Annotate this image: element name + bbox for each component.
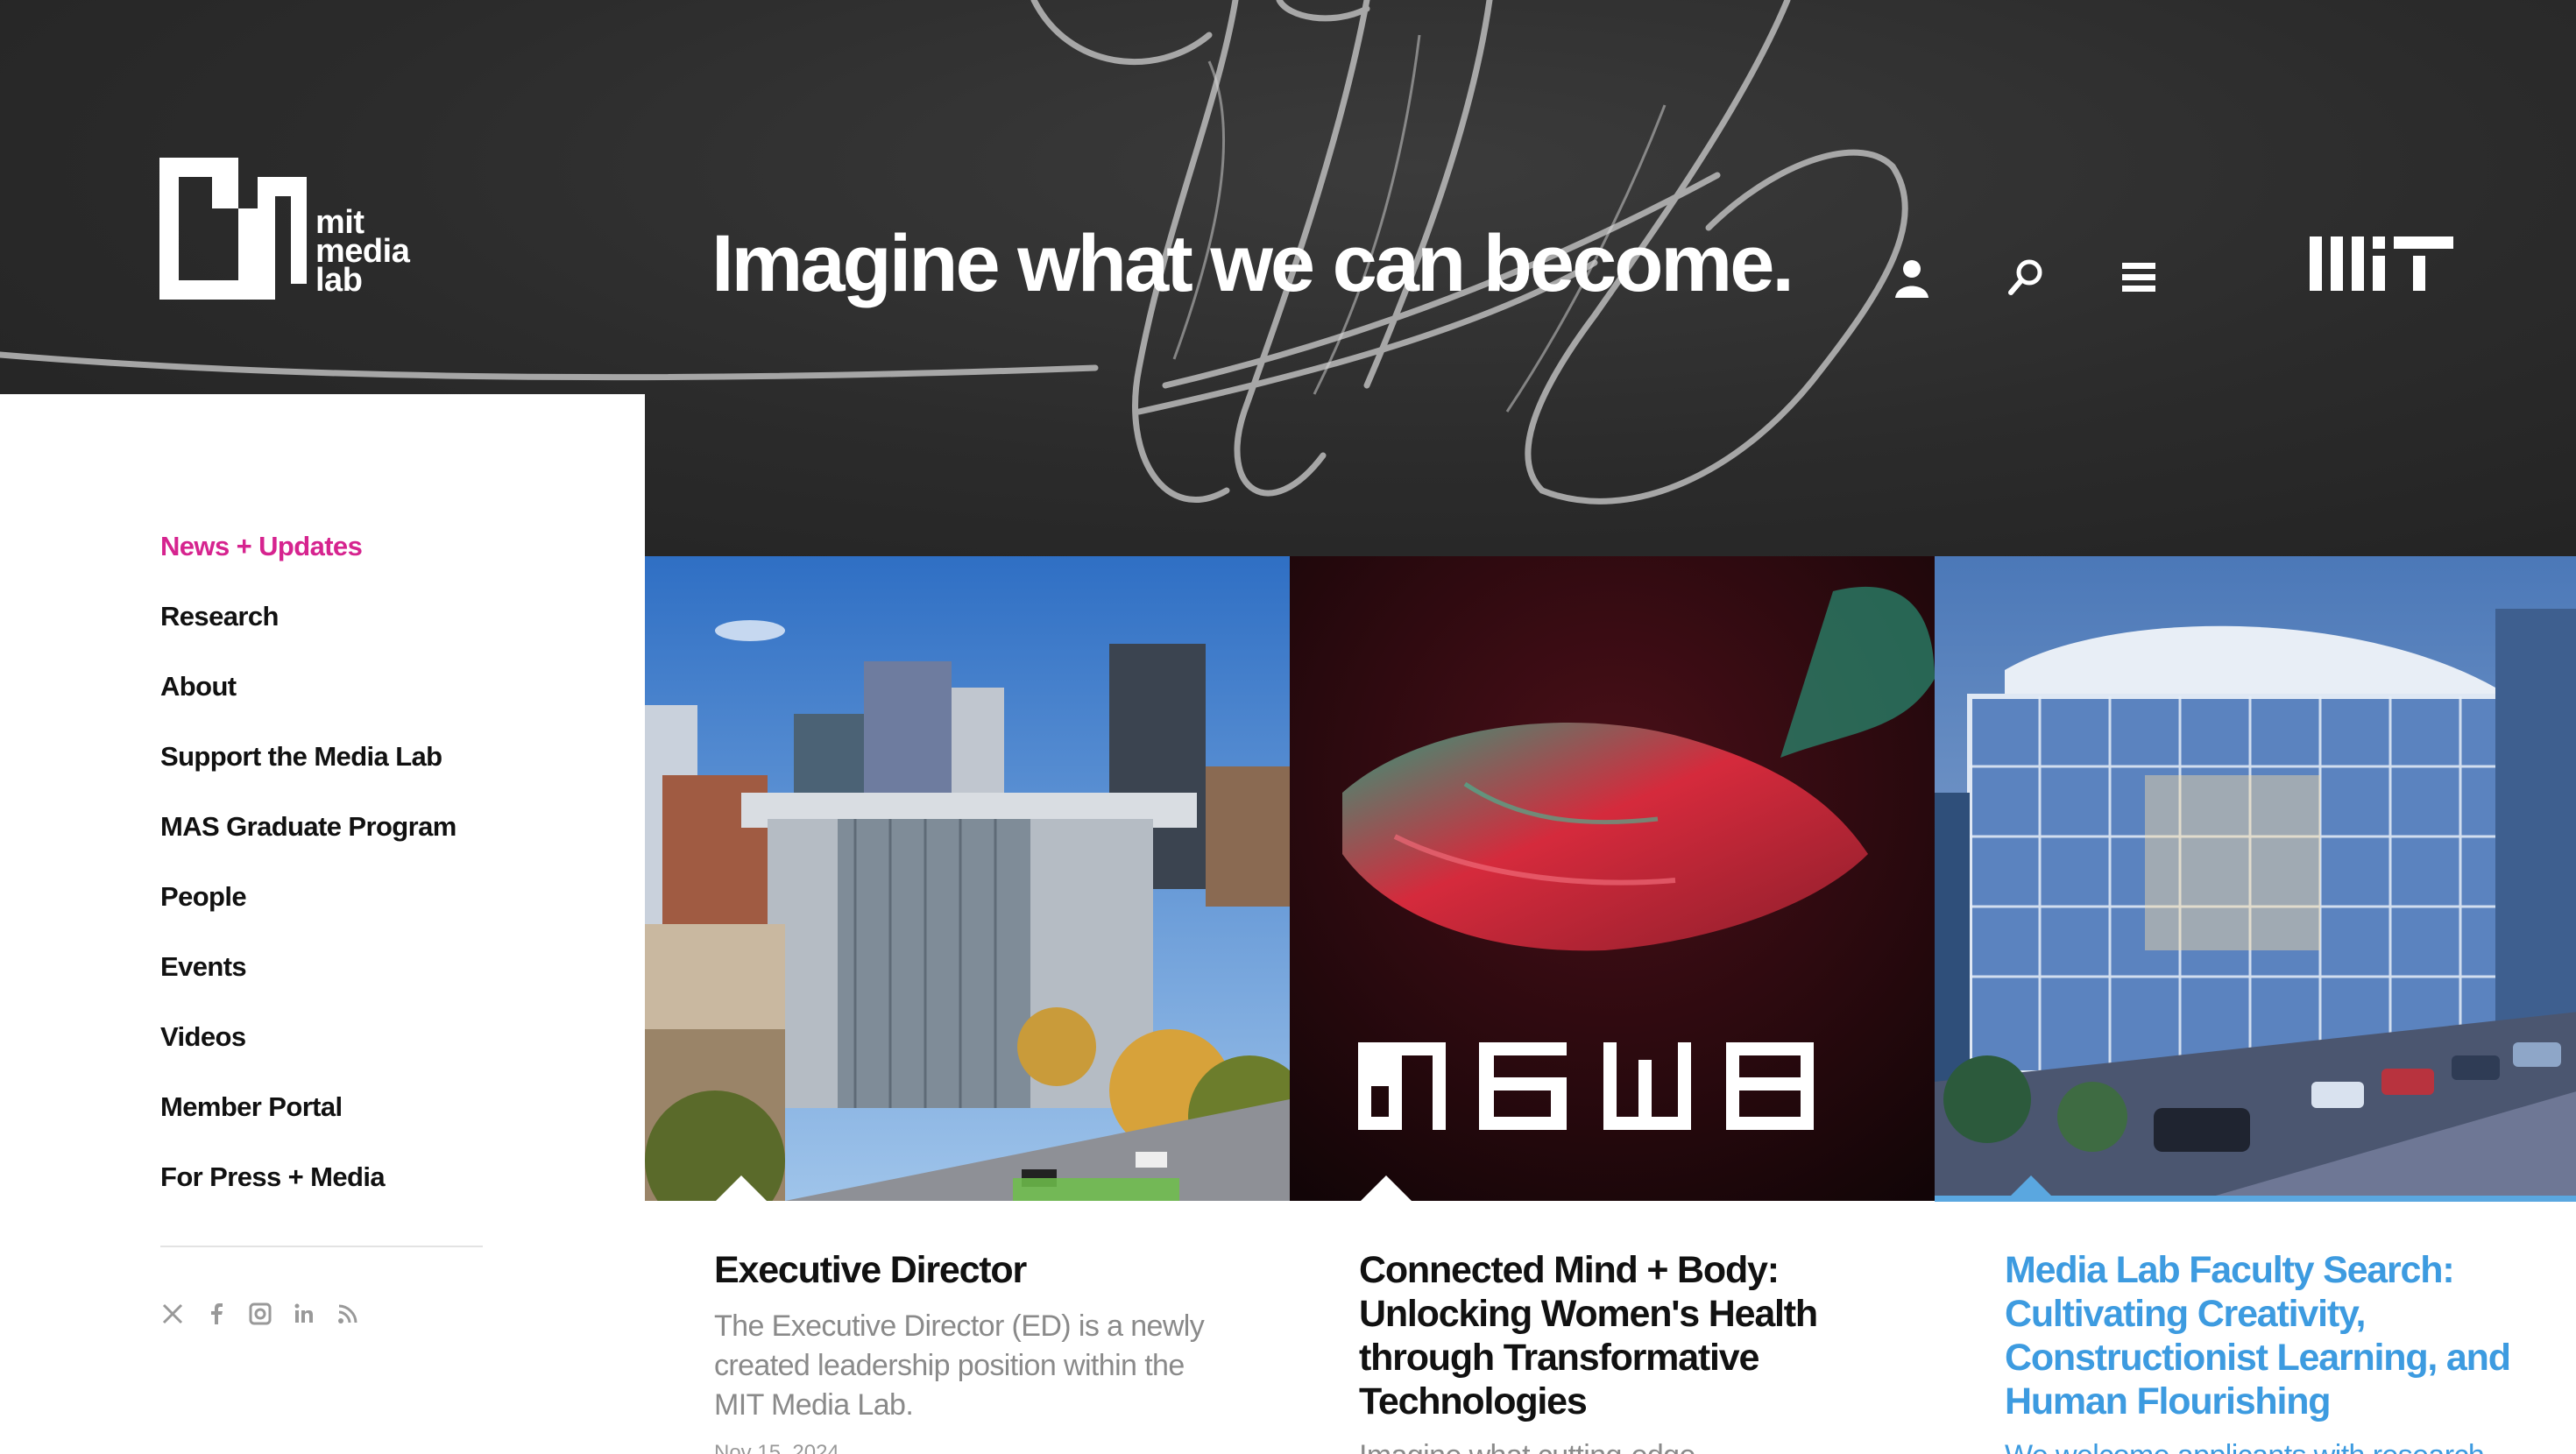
logo-wordmark[interactable]: mit media lab: [315, 206, 410, 299]
logo-word: lab: [315, 262, 363, 299]
sidebar-item-news[interactable]: News + Updates: [160, 526, 456, 596]
instagram-icon[interactable]: [248, 1302, 272, 1326]
news-card-image-executive-director[interactable]: [645, 556, 1290, 1201]
sidebar: News + Updates Research About Support th…: [0, 394, 645, 1454]
news-card-image-women-health[interactable]: [1290, 556, 1935, 1201]
mit-logo[interactable]: [2310, 236, 2453, 291]
hero-tagline: Imagine what we can become.: [711, 219, 1794, 308]
card-title[interactable]: Executive Director: [714, 1248, 1257, 1292]
card-title[interactable]: Media Lab Faculty Search: Cultivating Cr…: [2005, 1248, 2530, 1423]
user-icon[interactable]: [1888, 254, 1936, 301]
news-card-image-faculty-search[interactable]: [1935, 556, 2576, 1201]
card-title[interactable]: Connected Mind + Body: Unlocking Women's…: [1359, 1248, 1902, 1423]
sidebar-nav: News + Updates Research About Support th…: [160, 526, 456, 1226]
awb-logo: [1358, 1042, 1814, 1130]
glass-building-photo: [1935, 556, 2576, 1201]
card-date: Nov 15, 2024: [714, 1441, 839, 1454]
sidebar-item-videos[interactable]: Videos: [160, 1016, 456, 1086]
card-pointer: [1360, 1175, 1412, 1202]
sidebar-item-mas-program[interactable]: MAS Graduate Program: [160, 806, 456, 876]
sidebar-item-member-portal[interactable]: Member Portal: [160, 1086, 456, 1156]
search-icon[interactable]: [2002, 254, 2049, 301]
x-icon[interactable]: [160, 1302, 185, 1326]
sidebar-item-about[interactable]: About: [160, 666, 456, 736]
menu-icon[interactable]: [2115, 254, 2162, 301]
sidebar-item-press[interactable]: For Press + Media: [160, 1156, 456, 1226]
card-description: We welcome applicants with research: [2005, 1436, 2548, 1454]
building-photo: [645, 556, 1290, 1201]
sidebar-item-research[interactable]: Research: [160, 596, 456, 666]
sidebar-item-events[interactable]: Events: [160, 946, 456, 1016]
sidebar-divider: [160, 1246, 483, 1247]
sidebar-item-support[interactable]: Support the Media Lab: [160, 736, 456, 806]
facebook-icon[interactable]: [204, 1302, 229, 1326]
card-description: The Executive Director (ED) is a newly c…: [714, 1309, 1205, 1422]
card-pointer: [2005, 1175, 2057, 1202]
linkedin-icon[interactable]: [292, 1302, 316, 1326]
card-pointer: [715, 1175, 768, 1202]
rss-icon[interactable]: [336, 1302, 360, 1326]
card-description: Imagine what cutting-edge: [1359, 1436, 1885, 1454]
social-links: [160, 1302, 360, 1326]
sidebar-item-people[interactable]: People: [160, 876, 456, 946]
